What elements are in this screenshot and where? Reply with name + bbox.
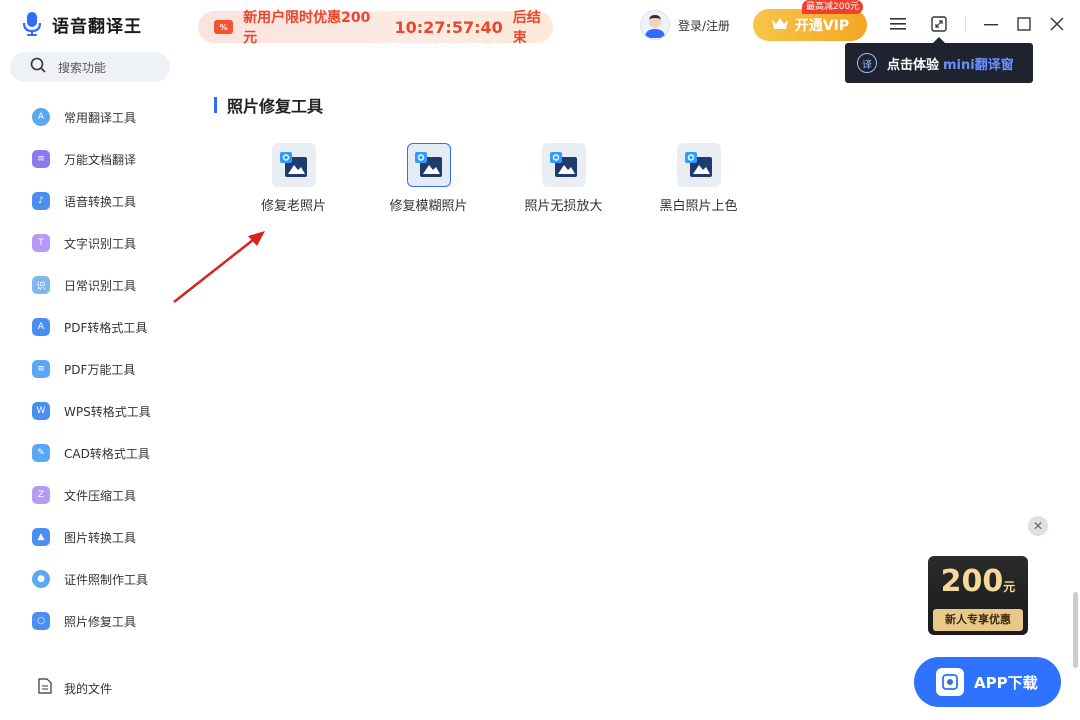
microphone-logo-icon — [20, 10, 44, 38]
sidebar-item-label: 照片修复工具 — [64, 614, 137, 629]
coupon-amount-text: 200元 — [928, 564, 1028, 599]
title-bar-divider — [965, 16, 966, 32]
sidebar-menu: A 常用翻译工具 ≡ 万能文档翻译 ♪ 语音转换工具 T 文字识别工具识日常识别工具 A PDF转… — [32, 96, 182, 642]
sidebar-item[interactable]: Z 文件压缩工具 — [32, 474, 182, 516]
recognize-icon: 识 — [32, 276, 50, 294]
promo-suffix: 后结束 — [512, 10, 541, 46]
my-files-label: 我的文件 — [64, 681, 113, 696]
text-ocr-icon: T — [32, 234, 50, 252]
photo-upscale-icon — [541, 143, 586, 187]
tool-item[interactable]: 修复老照片 — [226, 143, 361, 214]
sidebar-item-label: 语音转换工具 — [64, 194, 137, 209]
tooltip-accent-text: mini翻译窗 — [943, 57, 1014, 73]
id-photo-icon: ● — [32, 570, 50, 588]
image-convert-icon: ▲ — [32, 528, 50, 546]
sidebar-item[interactable]: 识日常识别工具 — [32, 264, 182, 306]
sidebar-item[interactable]: W WPS转格式工具 — [32, 390, 182, 432]
sidebar-item[interactable]: ○ 照片修复工具 — [32, 600, 182, 642]
app-download-icon — [936, 668, 964, 696]
sidebar-item-label: 文字识别工具 — [64, 236, 137, 251]
scrollbar[interactable] — [1073, 592, 1078, 668]
tool-grid: 修复老照片 修复模糊照片 照片无损放大 黑白照片上色 — [226, 143, 766, 214]
ticket-icon: % — [214, 20, 234, 34]
search-placeholder: 搜索功能 — [58, 60, 107, 75]
close-icon[interactable] — [1047, 14, 1067, 34]
sidebar-item[interactable]: A PDF转格式工具 — [32, 306, 182, 348]
pdf-tools-icon: ≡ — [32, 360, 50, 378]
document-icon: ≡ — [32, 150, 50, 168]
minimize-icon[interactable] — [981, 14, 1001, 34]
sidebar-item-label: CAD转格式工具 — [64, 446, 150, 461]
coupon-description: 新人专享优惠 — [933, 609, 1023, 631]
file-icon — [38, 678, 52, 698]
photo-repair-icon — [271, 143, 316, 187]
sidebar-item[interactable]: A 常用翻译工具 — [32, 96, 182, 138]
sidebar-item[interactable]: ✎ CAD转格式工具 — [32, 432, 182, 474]
promo-text: 新用户限时优惠200元 — [243, 10, 371, 46]
tooltip-text: 点击体验 — [887, 57, 940, 73]
crown-icon — [771, 16, 789, 34]
translate-icon: A — [32, 108, 50, 126]
tool-item[interactable]: 照片无损放大 — [496, 143, 631, 214]
photo-colorize-icon — [676, 143, 721, 187]
tool-item[interactable]: 修复模糊照片 — [361, 143, 496, 214]
photo-repair-icon: ○ — [32, 612, 50, 630]
mini-window-tooltip[interactable]: 译 点击体验 mini翻译窗 — [845, 37, 1033, 83]
promo-banner[interactable]: % 新用户限时优惠200元 10:27:57:40 后结束 — [198, 10, 553, 46]
audio-icon: ♪ — [32, 192, 50, 210]
tool-label: 修复老照片 — [260, 199, 326, 214]
sidebar-item[interactable]: T 文字识别工具 — [32, 222, 182, 264]
app-title: 语音翻译王 — [52, 16, 142, 37]
sidebar-item-label: 常用翻译工具 — [64, 110, 137, 125]
app-download-label: APP下载 — [974, 673, 1038, 692]
sidebar-item-label: 证件照制作工具 — [64, 572, 149, 587]
sidebar-item[interactable]: ≡ 万能文档翻译 — [32, 138, 182, 180]
section-header: 照片修复工具 — [214, 93, 323, 117]
sidebar-item-label: PDF转格式工具 — [64, 320, 148, 335]
sidebar-item[interactable]: ▲ 图片转换工具 — [32, 516, 182, 558]
pdf-convert-icon: A — [32, 318, 50, 336]
red-arrow-annotation — [173, 231, 265, 303]
coupon-amount: 200 — [940, 564, 1004, 599]
sidebar-item[interactable]: ≡ PDF万能工具 — [32, 348, 182, 390]
compress-icon: Z — [32, 486, 50, 504]
mini-window-icon[interactable] — [929, 14, 949, 34]
sidebar-item-label: PDF万能工具 — [64, 362, 136, 377]
sidebar-item-label: 万能文档翻译 — [64, 152, 137, 167]
translate-circle-icon: 译 — [857, 53, 877, 73]
promo-countdown: 10:27:57:40 — [394, 17, 503, 37]
login-button[interactable]: 登录/注册 — [640, 10, 730, 40]
login-label: 登录/注册 — [678, 18, 731, 33]
search-input[interactable]: 搜索功能 — [10, 52, 170, 82]
wps-icon: W — [32, 402, 50, 420]
app-logo: 语音翻译王 — [20, 10, 142, 38]
coupon-ad[interactable]: 200元 新人专享优惠 — [928, 556, 1028, 635]
sidebar-item-label: 图片转换工具 — [64, 530, 137, 545]
maximize-icon[interactable] — [1014, 14, 1034, 34]
tool-label: 照片无损放大 — [524, 199, 603, 214]
coupon-unit: 元 — [1003, 580, 1016, 594]
menu-icon[interactable] — [888, 14, 908, 34]
sidebar-item-label: 日常识别工具 — [64, 278, 137, 293]
search-icon — [30, 57, 46, 77]
section-accent-bar — [214, 97, 217, 113]
ad-close-icon[interactable]: ✕ — [1028, 516, 1048, 536]
sidebar-item[interactable]: ♪ 语音转换工具 — [32, 180, 182, 222]
my-files-button[interactable]: 我的文件 — [38, 678, 112, 698]
page-title: 照片修复工具 — [227, 97, 324, 116]
sidebar-item-label: WPS转格式工具 — [64, 404, 151, 419]
sidebar-item-label: 文件压缩工具 — [64, 488, 137, 503]
vip-discount-badge: 最高减200元 — [802, 0, 864, 14]
vip-label: 开通VIP — [794, 18, 850, 34]
app-download-button[interactable]: APP下载 — [914, 657, 1061, 707]
tool-label: 修复模糊照片 — [389, 199, 468, 214]
photo-deblur-icon — [406, 143, 451, 187]
tool-item[interactable]: 黑白照片上色 — [631, 143, 766, 214]
tool-label: 黑白照片上色 — [659, 199, 738, 214]
sidebar-item[interactable]: ● 证件照制作工具 — [32, 558, 182, 600]
cad-icon: ✎ — [32, 444, 50, 462]
avatar — [640, 10, 670, 40]
